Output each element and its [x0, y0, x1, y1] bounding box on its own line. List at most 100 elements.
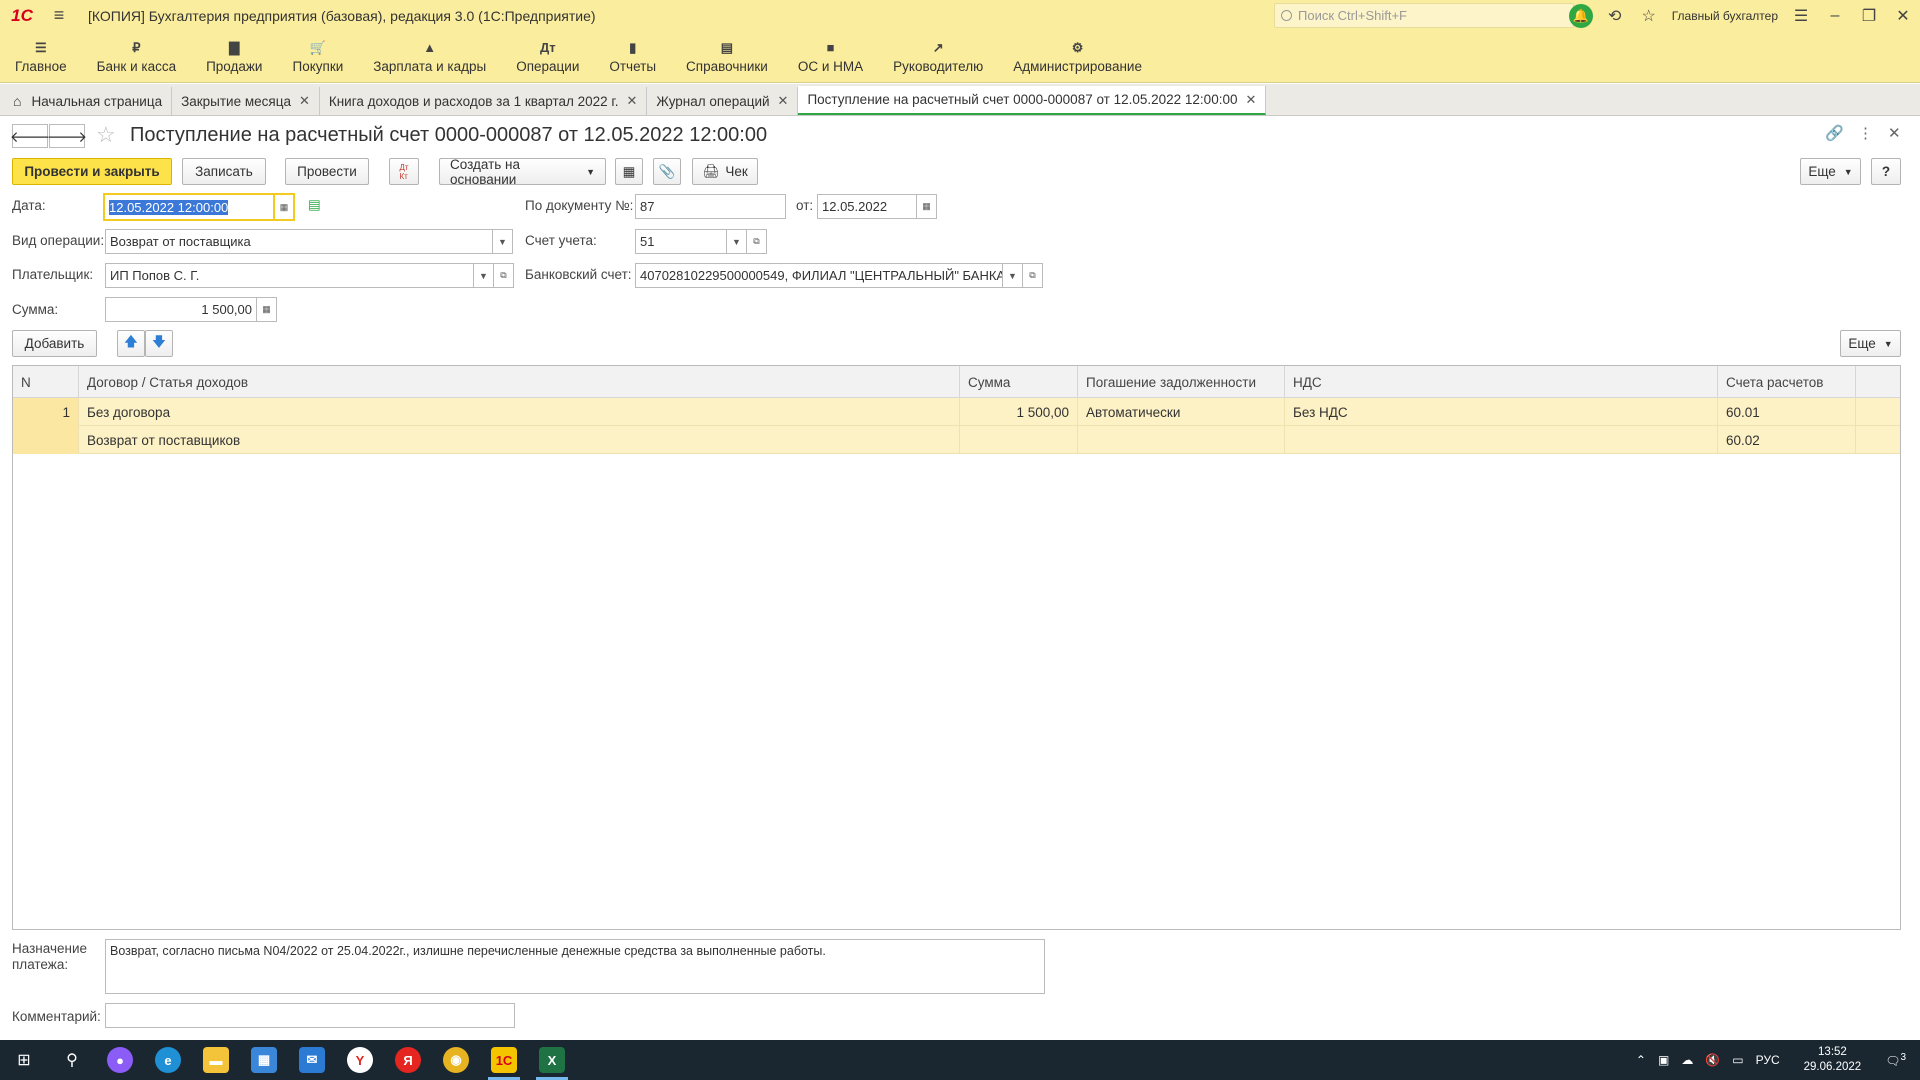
tray-expand-icon[interactable]: ⌃ [1636, 1053, 1646, 1067]
doc-date-input[interactable]: 12.05.2022 [817, 194, 917, 219]
comment-input[interactable] [105, 1003, 515, 1028]
close-tab-icon[interactable]: ✕ [1245, 92, 1256, 108]
user-name[interactable]: Главный бухгалтер [1672, 9, 1778, 23]
col-accounts[interactable]: Счета расчетов [1718, 366, 1856, 398]
table-row[interactable]: 1 Без договора 1 500,00 Автоматически Бе… [13, 398, 1900, 426]
tray-app-icon[interactable]: ▣ [1658, 1053, 1669, 1067]
payer-input[interactable]: ИП Попов С. Г. [105, 263, 474, 288]
minimize-icon[interactable]: – [1818, 0, 1852, 31]
section-gear[interactable]: ⚙ Администрирование [998, 31, 1157, 83]
favorites-star-icon[interactable]: ☆ [1632, 0, 1666, 31]
date-input[interactable]: 12.05.2022 12:00:00 [103, 193, 275, 221]
volume-muted-icon[interactable]: 🔇 [1705, 1053, 1720, 1067]
save-button[interactable]: Записать [182, 158, 266, 185]
post-button[interactable]: Провести [285, 158, 369, 185]
operation-type-select[interactable]: Возврат от поставщика [105, 229, 493, 254]
clock[interactable]: 13:52 29.06.2022 [1798, 1045, 1868, 1075]
table-row-sub[interactable]: Возврат от поставщиков 60.02 [13, 426, 1900, 454]
settings-menu-icon[interactable]: ☰ [1784, 0, 1818, 31]
payment-purpose-textarea[interactable]: Возврат, согласно письма N04/2022 от 25.… [105, 939, 1045, 994]
yandex-browser-icon[interactable]: Y [336, 1040, 384, 1080]
section-trend[interactable]: ↗ Руководителю [878, 31, 998, 83]
col-repayment[interactable]: Погашение задолженности [1078, 366, 1285, 398]
account-input[interactable]: 51 [635, 229, 727, 254]
section-bar-chart[interactable]: ▮ Отчеты [594, 31, 671, 83]
language-indicator[interactable]: РУС [1756, 1053, 1780, 1067]
alice-icon[interactable]: ● [96, 1040, 144, 1080]
history-icon[interactable]: ⟲ [1598, 0, 1632, 31]
col-sum[interactable]: Сумма [960, 366, 1078, 398]
tab-2[interactable]: Книга доходов и расходов за 1 квартал 20… [319, 87, 648, 115]
cell-repayment[interactable]: Автоматически [1078, 398, 1285, 426]
notifications-icon[interactable]: 🗨3 [1885, 1052, 1906, 1068]
cell-n[interactable]: 1 [13, 398, 79, 426]
section-cart[interactable]: 🛒 Покупки [277, 31, 358, 83]
move-up-icon[interactable]: 🡅 [117, 330, 145, 357]
edge-icon[interactable]: e [144, 1040, 192, 1080]
post-and-close-button[interactable]: Провести и закрыть [12, 158, 172, 185]
1c-app-icon[interactable]: 1С [480, 1040, 528, 1080]
cell-contract[interactable]: Без договора [79, 398, 960, 426]
open-account-icon[interactable]: ⧉ [747, 229, 767, 254]
col-vat[interactable]: НДС [1285, 366, 1718, 398]
cell-account2[interactable]: 60.02 [1718, 426, 1856, 454]
more-button[interactable]: Еще ▼ [1800, 158, 1861, 185]
doc-number-input[interactable]: 87 [635, 194, 786, 219]
help-button[interactable]: ? [1871, 158, 1901, 185]
section-dt-kt[interactable]: Дт Операции [501, 31, 594, 83]
favorite-star-icon[interactable]: ☆ [96, 122, 116, 148]
close-form-icon[interactable]: ✕ [1888, 124, 1901, 142]
cell-article[interactable]: Возврат от поставщиков [79, 426, 960, 454]
app-logo[interactable]: 1С [0, 0, 44, 31]
cell-vat[interactable]: Без НДС [1285, 398, 1718, 426]
tab-4[interactable]: Поступление на расчетный счет 0000-00008… [798, 86, 1267, 115]
chrome-icon[interactable]: ◉ [432, 1040, 480, 1080]
sum-input[interactable]: 1 500,00 [105, 297, 257, 322]
forward-button[interactable]: 🡒 [47, 124, 87, 148]
calculator-icon[interactable]: ▦ [257, 297, 277, 322]
col-contract[interactable]: Договор / Статья доходов [79, 366, 960, 398]
attachment-icon[interactable]: 📎 [653, 158, 681, 185]
section-person[interactable]: ▲ Зарплата и кадры [358, 31, 501, 83]
print-icon[interactable]: ▦ [615, 158, 643, 185]
windows-start-icon[interactable]: ⊞ [0, 1040, 48, 1080]
move-down-icon[interactable]: 🡇 [145, 330, 173, 357]
explorer-icon[interactable]: ▬ [192, 1040, 240, 1080]
chevron-down-icon[interactable]: ▼ [727, 229, 747, 254]
global-search-input[interactable]: Поиск Ctrl+Shift+F [1274, 3, 1574, 28]
add-row-button[interactable]: Добавить [12, 330, 97, 357]
section-truck[interactable]: ■ ОС и НМА [783, 31, 878, 83]
receipt-button[interactable]: 🖨 Чек [692, 158, 758, 185]
open-payer-icon[interactable]: ⧉ [494, 263, 514, 288]
open-bank-account-icon[interactable]: ⧉ [1023, 263, 1043, 288]
section-bag[interactable]: ▇ Продажи [191, 31, 277, 83]
tab-1[interactable]: Закрытие месяца ✕ [172, 87, 320, 115]
col-n[interactable]: N [13, 366, 79, 398]
notifications-bell-icon[interactable]: 🔔 [1564, 0, 1598, 31]
close-tab-icon[interactable]: ✕ [299, 93, 310, 109]
section-ruble[interactable]: ₽ Банк и касса [82, 31, 192, 83]
excel-icon[interactable]: X [528, 1040, 576, 1080]
cell-sum[interactable]: 1 500,00 [960, 398, 1078, 426]
chevron-down-icon[interactable]: ▼ [1003, 263, 1023, 288]
restore-icon[interactable]: ❐ [1852, 0, 1886, 31]
tab-0[interactable]: ⌂ Начальная страница [4, 87, 173, 115]
close-tab-icon[interactable]: ✕ [626, 93, 637, 109]
calendar-icon[interactable]: ▦ [275, 193, 295, 221]
more-vertical-icon[interactable]: ⋮ [1858, 124, 1873, 142]
search-icon[interactable]: ⚲ [48, 1040, 96, 1080]
tab-3[interactable]: Журнал операций ✕ [647, 87, 799, 115]
table-more-button[interactable]: Еще ▼ [1840, 330, 1901, 357]
cloud-icon[interactable]: ☁ [1681, 1053, 1693, 1067]
cell-account1[interactable]: 60.01 [1718, 398, 1856, 426]
dt-kt-icon[interactable]: Дт Кт [389, 158, 419, 185]
calendar-icon[interactable]: ▦ [917, 194, 937, 219]
network-icon[interactable]: ▭ [1732, 1053, 1743, 1067]
section-books[interactable]: ▤ Справочники [671, 31, 783, 83]
close-window-icon[interactable]: ✕ [1886, 0, 1920, 31]
create-based-on-button[interactable]: Создать на основании ▼ [439, 157, 606, 187]
date-edit-icon[interactable]: ▤ [308, 197, 321, 213]
yandex-icon[interactable]: Я [384, 1040, 432, 1080]
back-button[interactable]: 🡐 [10, 124, 50, 148]
link-icon[interactable]: 🔗 [1825, 124, 1844, 142]
